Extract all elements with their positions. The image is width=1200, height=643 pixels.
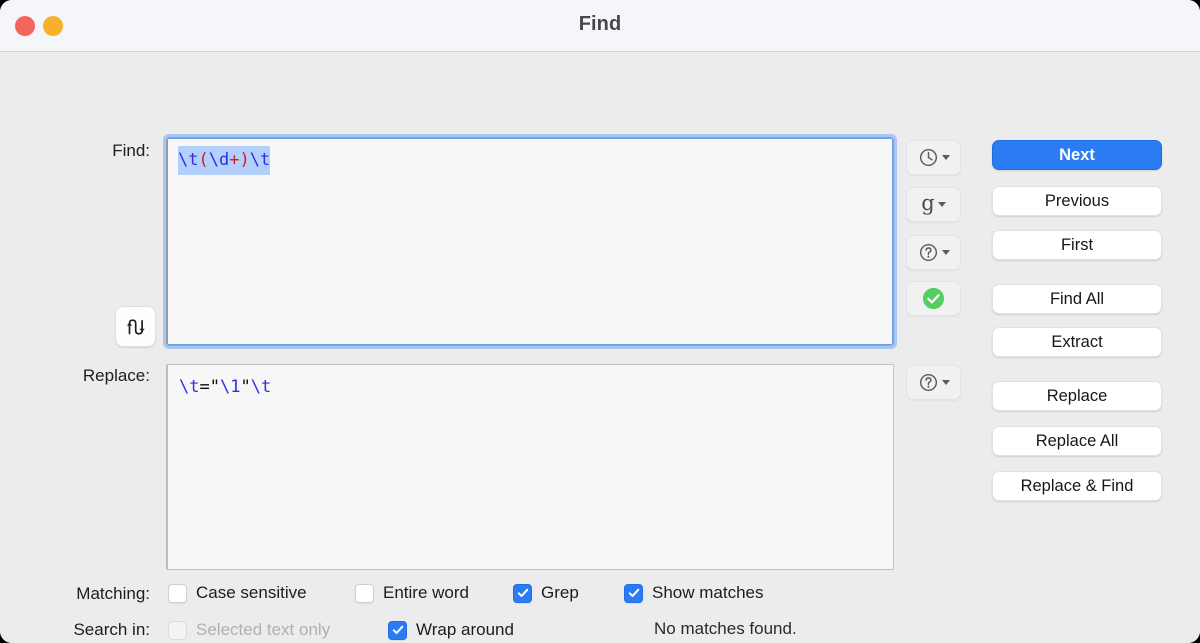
checkbox-grep[interactable]: Grep — [513, 583, 579, 603]
checkbox-box[interactable] — [168, 583, 187, 603]
window-title: Find — [578, 13, 622, 35]
checkbox-box — [168, 620, 187, 640]
check-icon — [392, 625, 403, 634]
replace-help-button[interactable] — [906, 365, 961, 400]
grep-letter-icon: g — [921, 191, 935, 215]
checkbox-wrap-around[interactable]: Wrap around — [388, 620, 514, 640]
replace-token-2: \1 — [219, 377, 241, 397]
find-help-button[interactable] — [906, 235, 961, 270]
check-icon — [517, 588, 528, 597]
find-token-5: \t — [249, 150, 271, 170]
checkbox-label: Selected text only — [196, 620, 331, 639]
dialog-body: Find: Replace: Matching: Search in: \t(\… — [0, 52, 1200, 643]
find-input[interactable]: \t(\d+)\t — [163, 134, 897, 349]
replace-input[interactable]: \t="\1"\t — [166, 364, 894, 570]
find-token-1: ( — [198, 150, 209, 170]
checkbox-selected-text-only: Selected text only — [168, 620, 330, 640]
next-button[interactable]: Next — [992, 140, 1162, 170]
find-token-0: \t — [178, 150, 199, 170]
find-window: Find Find: Replace: Matching: Search in:… — [0, 0, 1200, 643]
find-token-2: \d — [208, 150, 230, 170]
clock-icon — [919, 148, 937, 167]
chevron-down-icon — [941, 250, 950, 255]
checkbox-label: Wrap around — [416, 620, 514, 639]
status-message: No matches found. — [654, 619, 797, 638]
grep-options-button[interactable]: g — [906, 187, 961, 222]
find-label: Find: — [112, 141, 150, 160]
checkbox-label: Case sensitive — [196, 583, 307, 602]
extract-button[interactable]: Extract — [992, 327, 1162, 357]
swap-arrows-icon — [126, 318, 145, 335]
chevron-down-icon — [941, 380, 950, 385]
replace-token-0: \t — [179, 377, 200, 397]
check-icon — [628, 588, 639, 597]
previous-button[interactable]: Previous — [992, 186, 1162, 216]
green-check-icon — [922, 287, 945, 310]
matching-label: Matching: — [76, 584, 150, 603]
first-button[interactable]: First — [992, 230, 1162, 260]
checkbox-box[interactable] — [513, 583, 532, 603]
checkbox-show-matches[interactable]: Show matches — [624, 583, 764, 603]
replace-token-4: \t — [250, 377, 272, 397]
title-bar: Find — [0, 0, 1200, 52]
replace-button[interactable]: Replace — [992, 381, 1162, 411]
checkbox-case-sensitive[interactable]: Case sensitive — [168, 583, 307, 603]
find-token-3: + — [229, 150, 240, 170]
find-token-4: ) — [239, 150, 250, 170]
search-in-label: Search in: — [73, 620, 150, 639]
checkbox-entire-word[interactable]: Entire word — [355, 583, 469, 603]
replace-token-1: =" — [199, 377, 220, 397]
chevron-down-icon — [941, 155, 950, 160]
recent-searches-button[interactable] — [906, 140, 961, 175]
checkbox-label: Entire word — [383, 583, 469, 602]
replace-label: Replace: — [82, 366, 150, 385]
replace-and-find-button[interactable]: Replace & Find — [992, 471, 1162, 501]
swap-fields-button[interactable] — [115, 306, 156, 347]
question-mark-icon — [919, 243, 937, 262]
checkbox-box[interactable] — [388, 620, 407, 640]
checkbox-label: Grep — [541, 583, 579, 602]
pattern-valid-indicator[interactable] — [906, 281, 961, 316]
question-mark-icon — [919, 373, 937, 392]
find-all-button[interactable]: Find All — [992, 284, 1162, 314]
find-input-selection: \t(\d+)\t — [178, 146, 271, 175]
replace-token-3: " — [240, 377, 251, 397]
checkbox-label: Show matches — [652, 583, 764, 602]
chevron-down-icon — [937, 202, 946, 207]
checkbox-box[interactable] — [355, 583, 374, 603]
checkbox-box[interactable] — [624, 583, 643, 603]
replace-all-button[interactable]: Replace All — [992, 426, 1162, 456]
